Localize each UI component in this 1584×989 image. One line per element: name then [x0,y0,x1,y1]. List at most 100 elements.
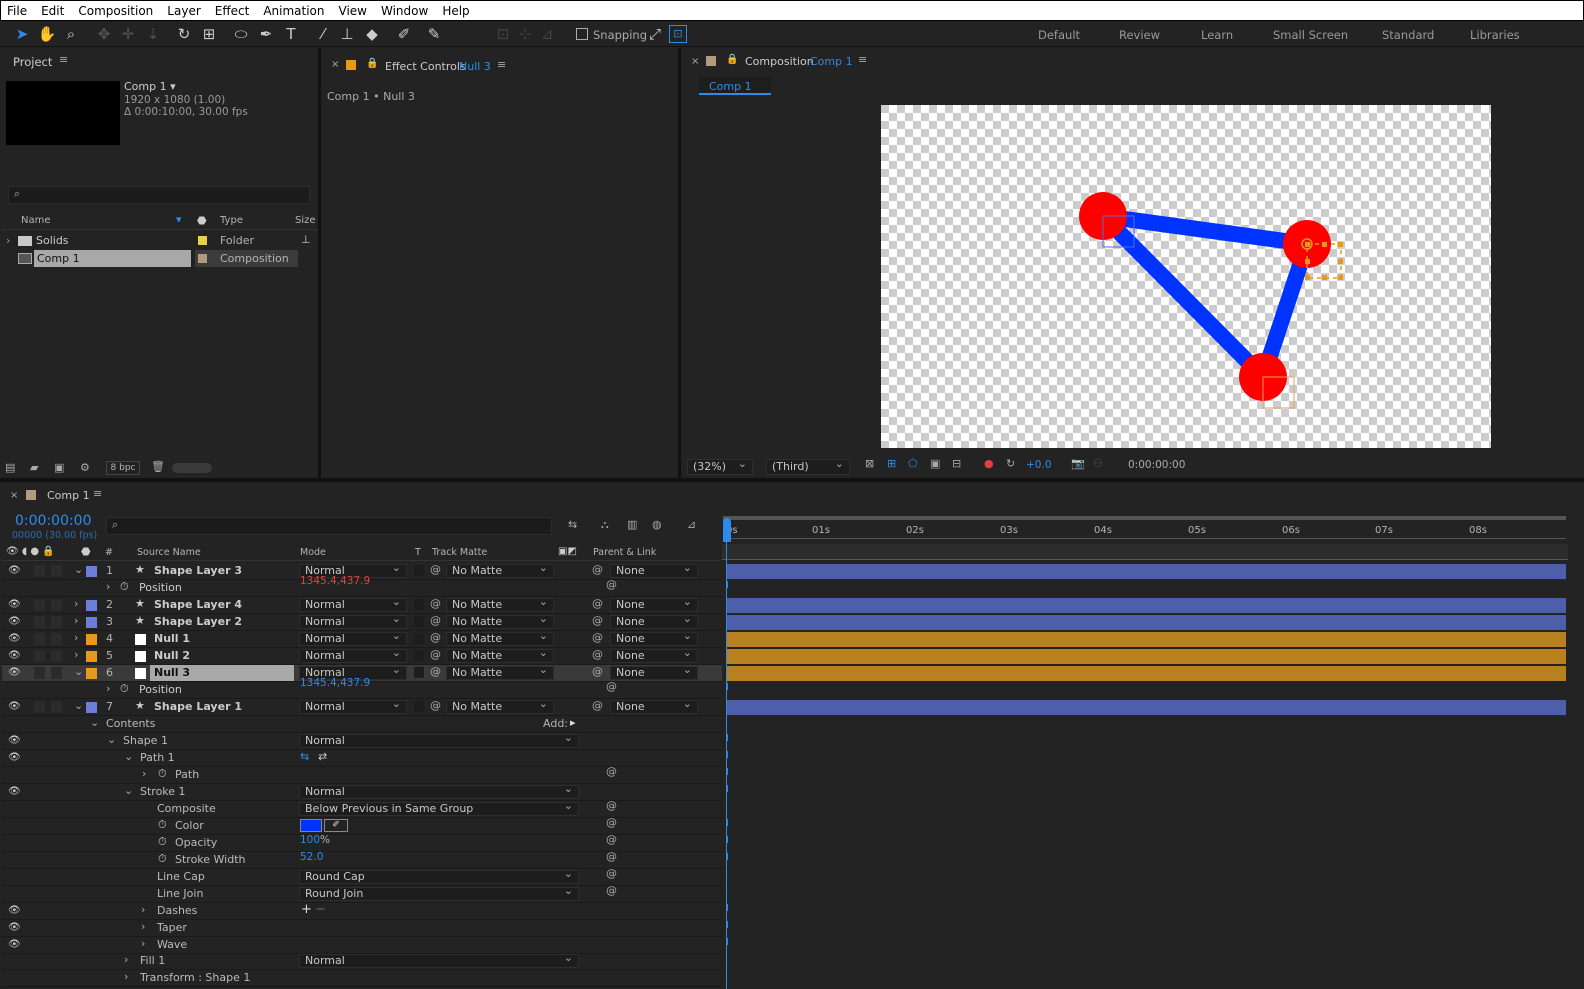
zoom-tool-icon[interactable]: ⌕ [61,24,81,44]
label-color[interactable] [86,702,97,713]
expression-pick-whip-icon[interactable]: @ [606,799,617,812]
pick-whip-icon[interactable]: @ [430,614,441,627]
timeline-tab-title[interactable]: Comp 1 [47,489,90,502]
lock-toggle[interactable] [51,701,62,713]
align-icon[interactable]: ⊡ [493,24,513,44]
label-color[interactable] [198,254,207,263]
expand-arrow-icon[interactable]: ⌄ [74,665,83,678]
eye-icon[interactable]: 👁 [8,786,21,797]
expand-arrow-icon[interactable]: › [141,937,145,950]
pen-tool-icon[interactable]: ✒ [256,24,276,44]
solo-toggle[interactable] [34,599,45,611]
project-item-comp1[interactable]: Comp 1 Composition [2,250,318,268]
project-search-input[interactable]: ⌕ [8,186,310,204]
layer-row[interactable]: 👁 › 4 Null 1 Normal @ No Matte @ None [2,630,1566,648]
label-color[interactable] [86,600,97,611]
pick-whip-icon[interactable]: @ [430,648,441,661]
property-value[interactable]: 1345.4,437.9 [300,677,370,689]
path-direction-icon[interactable]: ⇆ [300,750,309,763]
expand-arrow-icon[interactable]: ⌄ [107,733,116,746]
layer-duration-bar[interactable] [727,564,1566,579]
eyedropper-icon[interactable]: ✐ [324,819,348,832]
parent-dropdown[interactable]: None [610,630,698,646]
label-color[interactable] [86,634,97,645]
solo-toggle[interactable] [34,633,45,645]
region-of-interest-icon[interactable]: ▣ [930,457,940,470]
eye-icon[interactable]: 👁 [8,922,21,933]
exposure-value[interactable]: +0.0 [1026,459,1052,471]
eye-icon[interactable]: 👁 [8,905,21,916]
parent-pick-whip-icon[interactable]: @ [592,665,603,678]
track-matte-dropdown[interactable]: No Matte [446,630,554,646]
expression-pick-whip-icon[interactable]: @ [606,578,617,591]
menu-edit[interactable]: Edit [35,4,72,18]
lock-icon[interactable]: 🔒 [366,58,378,69]
menu-composition[interactable]: Composition [72,4,161,18]
panel-menu-icon[interactable]: ≡ [59,53,68,66]
label-color[interactable] [86,566,97,577]
color-channels-icon[interactable]: ● [984,457,994,470]
sort-arrow-icon[interactable]: ▾ [176,213,182,226]
layer-name[interactable]: Shape Layer 4 [154,598,242,611]
col-type[interactable]: Type [220,215,243,226]
stopwatch-icon[interactable]: ⏱ [158,852,167,866]
layer-name[interactable]: Null 3 [154,666,190,679]
layer-name[interactable]: Null 2 [154,649,190,662]
eye-icon[interactable]: 👁 [8,633,21,644]
expand-arrow-icon[interactable]: › [106,682,110,695]
add-dash-icon[interactable]: + [301,902,312,917]
expand-arrow-icon[interactable]: › [141,920,145,933]
menu-window[interactable]: Window [375,4,436,18]
label-color[interactable] [86,651,97,662]
lock-toggle[interactable] [51,599,62,611]
parent-dropdown[interactable]: None [610,562,698,578]
show-snapshot-icon[interactable]: ⚇ [1093,457,1103,470]
world-axis-icon[interactable]: ⊿ [537,24,557,44]
col-track-matte[interactable]: Track Matte [432,547,487,558]
bpc-button[interactable]: 8 bpc [106,461,140,475]
flowchart-icon[interactable]: ⊥ [301,233,311,246]
comp-viewer-tab[interactable]: Comp 1 [699,77,771,95]
work-area-bar[interactable] [723,516,1566,520]
layer-row[interactable]: 👁 › 2 ★ Shape Layer 4 Normal @ No Matte … [2,596,1566,614]
parent-dropdown[interactable]: None [610,664,698,680]
property-dropdown[interactable]: Normal [299,732,579,748]
blend-mode-dropdown[interactable]: Normal [299,596,407,612]
stopwatch-icon[interactable]: ⏱ [120,682,129,696]
expression-pick-whip-icon[interactable]: @ [606,850,617,863]
label-color[interactable] [198,236,207,245]
dolly-tool-icon[interactable]: ⇣ [143,24,163,44]
expression-pick-whip-icon[interactable]: @ [606,765,617,778]
track-matte-dropdown[interactable]: No Matte [446,596,554,612]
effect-controls-layer[interactable]: Null 3 [459,60,491,73]
interpret-footage-icon[interactable]: ▤ [5,461,15,474]
fast-preview-icon[interactable]: ⊠ [865,457,874,470]
workspace-review[interactable]: Review [1119,28,1160,42]
timeline-search-input[interactable]: ⌕ [106,517,552,535]
pick-whip-icon[interactable]: @ [430,665,441,678]
lock-icon[interactable]: 🔒 [726,54,738,65]
col-size[interactable]: Size [295,215,316,226]
layer-row[interactable]: 👁 › 3 ★ Shape Layer 2 Normal @ No Matte … [2,613,1566,631]
eye-icon[interactable]: 👁 [8,650,21,661]
expand-arrow-icon[interactable]: › [106,580,110,593]
solo-toggle[interactable] [34,667,45,679]
clone-stamp-tool-icon[interactable]: ⊥ [337,24,357,44]
solo-toggle[interactable] [34,650,45,662]
frame-blending-icon[interactable]: ▥ [627,518,637,531]
reset-exposure-icon[interactable]: ↻ [1006,457,1015,470]
property-dropdown[interactable]: Below Previous in Same Group [299,800,579,816]
eye-icon[interactable]: 👁 [8,735,21,746]
snapshot-icon[interactable]: 📷 [1071,457,1085,470]
ellipse-tool-icon[interactable]: ⬭ [231,24,251,44]
track-matte-dropdown[interactable]: No Matte [446,698,554,714]
layer-duration-bar[interactable] [727,632,1566,647]
draft-3d-icon[interactable]: ⛬ [601,518,609,532]
parent-dropdown[interactable]: None [610,613,698,629]
parent-pick-whip-icon[interactable]: @ [592,597,603,610]
graph-editor-icon[interactable]: ⊿ [687,518,696,531]
parent-pick-whip-icon[interactable]: @ [592,614,603,627]
expand-arrow-icon[interactable]: ⌄ [124,750,133,763]
layer-duration-bar[interactable] [727,700,1566,715]
blend-mode-dropdown[interactable]: Normal [299,698,407,714]
